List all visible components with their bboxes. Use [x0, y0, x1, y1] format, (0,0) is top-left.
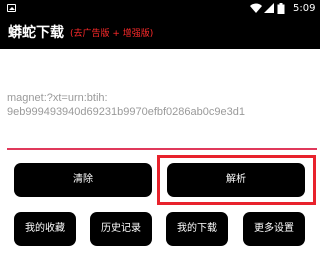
clear-button[interactable]: 清除: [14, 163, 152, 197]
status-bar: 5:09: [0, 0, 320, 17]
cell-signal-icon: [264, 3, 274, 13]
magnet-link-text: magnet:?xt=urn:btih: 9eb999493940d69231b…: [7, 92, 245, 118]
battery-icon: [277, 3, 285, 14]
image-notification-icon: [7, 4, 16, 12]
wifi-icon: [250, 3, 262, 13]
downloads-button[interactable]: 我的下载: [166, 212, 228, 246]
app-subtitle: (去广告版 + 增强版): [70, 29, 154, 39]
history-button[interactable]: 历史记录: [90, 212, 152, 246]
favorites-button[interactable]: 我的收藏: [14, 212, 76, 246]
more-settings-button[interactable]: 更多设置: [243, 212, 305, 246]
input-underline: [7, 148, 317, 150]
app-title: 蟒蛇下载: [8, 25, 64, 41]
app-bar: 蟒蛇下载 (去广告版 + 增强版): [0, 17, 320, 49]
highlight-box: [157, 155, 316, 205]
magnet-input[interactable]: magnet:?xt=urn:btih: 9eb999493940d69231b…: [0, 49, 320, 149]
clock: 5:09: [293, 3, 316, 14]
